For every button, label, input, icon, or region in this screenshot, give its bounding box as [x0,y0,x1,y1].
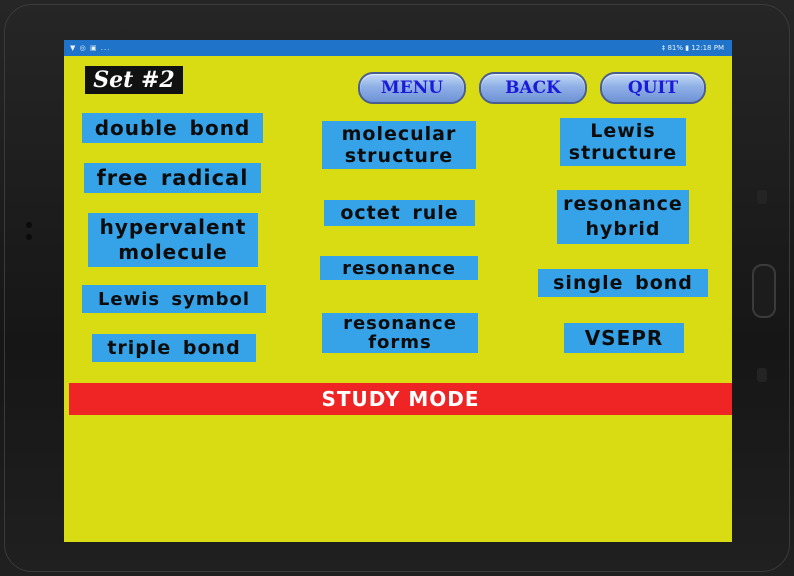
status-clock: ‡ 81% ▮ 12:18 PM [661,44,724,52]
term-triple-bond[interactable]: triple bond [92,334,256,362]
term-octet-rule[interactable]: octet rule [324,200,475,226]
tablet-frame: ▼ ◎ ▣ ... ‡ 81% ▮ 12:18 PM Set #2 MENU B… [0,0,794,576]
camera-icon [26,222,32,228]
term-single-bond[interactable]: single bond [538,269,708,297]
term-double-bond[interactable]: double bond [82,113,263,143]
status-icons: ▼ ◎ ▣ ... [70,44,111,52]
home-key[interactable] [752,264,776,318]
app-screen: ▼ ◎ ▣ ... ‡ 81% ▮ 12:18 PM Set #2 MENU B… [64,40,732,542]
term-vsepr[interactable]: VSEPR [564,323,684,353]
term-molecular-structure[interactable]: molecular structure [322,121,476,169]
term-lewis-structure[interactable]: Lewis structure [560,118,686,166]
term-hypervalent-molecule[interactable]: hypervalent molecule [88,213,258,267]
term-free-radical[interactable]: free radical [84,163,261,193]
study-mode-banner: STUDY MODE [69,383,732,415]
set-title: Set #2 [85,66,183,94]
back-button[interactable]: BACK [479,72,587,104]
term-lewis-symbol[interactable]: Lewis symbol [82,285,266,313]
term-resonance-hybrid[interactable]: resonance hybrid [557,190,689,244]
back-key[interactable] [757,368,767,382]
menu-button[interactable]: MENU [358,72,466,104]
term-resonance-forms[interactable]: resonance forms [322,313,478,353]
recent-apps-key[interactable] [757,190,767,204]
brand-mark [27,253,37,293]
quit-button[interactable]: QUIT [600,72,706,104]
term-resonance[interactable]: resonance [320,256,478,280]
status-bar: ▼ ◎ ▣ ... ‡ 81% ▮ 12:18 PM [64,40,732,56]
